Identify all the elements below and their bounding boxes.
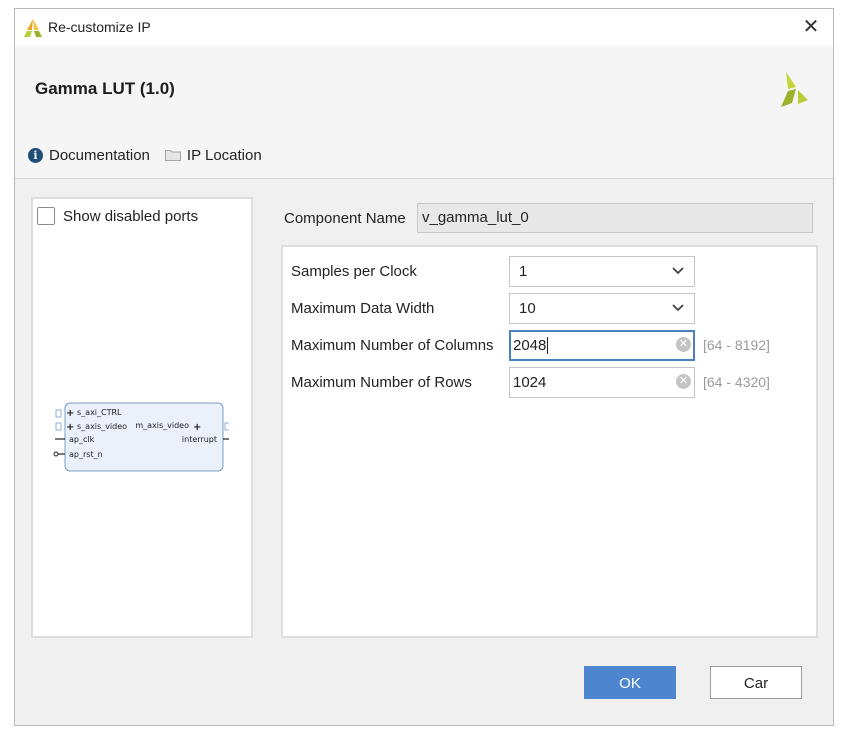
ip-header: Gamma LUT (1.0) i Documentation IP Locat…: [15, 46, 833, 179]
text-caret: [547, 337, 549, 355]
parameters-panel: Samples per Clock 1 Maximum Data Width 1…: [281, 245, 818, 638]
ip-title: Gamma LUT (1.0): [35, 79, 175, 98]
samples-per-clock-label: Samples per Clock: [291, 262, 417, 280]
max-rows-value: 1024: [513, 373, 547, 391]
max-rows-label: Maximum Number of Rows: [291, 373, 472, 391]
samples-per-clock-value: 1: [519, 262, 528, 280]
max-columns-input[interactable]: 2048 ✕: [509, 329, 695, 361]
chevron-down-icon: [672, 303, 684, 311]
samples-per-clock-row: Samples per Clock 1: [291, 255, 695, 287]
max-columns-label: Maximum Number of Columns: [291, 336, 494, 354]
show-disabled-ports-checkbox[interactable]: [37, 207, 55, 225]
svg-text:+: +: [193, 422, 201, 433]
clear-icon[interactable]: ✕: [676, 336, 691, 352]
svg-text:+: +: [66, 422, 74, 433]
ip-block-symbol: + + s_axi_CTRL s_axis_video ap_clk ap_rs…: [53, 402, 229, 472]
folder-icon: [164, 150, 181, 161]
ok-button[interactable]: OK: [584, 666, 676, 699]
close-icon: ✕: [802, 16, 820, 38]
max-columns-range: [64 - 8192]: [703, 337, 770, 353]
max-columns-value: 2048: [513, 336, 547, 354]
close-button[interactable]: ✕: [799, 15, 823, 39]
port-s-axi-ctrl: s_axi_CTRL: [77, 408, 122, 417]
bus-interface-icon: [55, 422, 62, 431]
max-rows-range: [64 - 4320]: [703, 374, 770, 390]
samples-per-clock-select[interactable]: 1: [509, 255, 695, 287]
xilinx-logo-icon: [781, 72, 808, 107]
documentation-label: Documentation: [49, 146, 150, 164]
ip-location-link[interactable]: IP Location: [164, 146, 262, 164]
max-data-width-select[interactable]: 10: [509, 292, 695, 324]
show-disabled-ports-label: Show disabled ports: [63, 207, 199, 225]
max-data-width-row: Maximum Data Width 10: [291, 292, 695, 324]
window-title: Re-customize IP: [48, 19, 151, 35]
max-data-width-label: Maximum Data Width: [291, 299, 435, 317]
port-ap-rst-n: ap_rst_n: [69, 450, 103, 459]
vivado-logo-icon: [24, 19, 42, 37]
port-ap-clk: ap_clk: [69, 435, 95, 444]
documentation-link[interactable]: i Documentation: [28, 147, 150, 164]
cancel-button[interactable]: Car: [710, 666, 802, 699]
title-bar: Re-customize IP ✕: [15, 9, 833, 47]
symbol-panel: Show disabled ports + + s_axi_CTRL s_axi…: [31, 197, 253, 638]
svg-text:+: +: [66, 408, 74, 419]
max-data-width-value: 10: [519, 299, 536, 317]
max-rows-row: Maximum Number of Rows 1024 ✕ [64 - 4320…: [291, 366, 770, 398]
info-icon: i: [28, 147, 43, 163]
port-s-axis-video: s_axis_video: [77, 422, 127, 431]
max-columns-row: Maximum Number of Columns 2048 ✕ [64 - 8…: [291, 329, 770, 361]
chevron-down-icon: [672, 266, 684, 274]
component-name-row: Component Name v_gamma_lut_0: [284, 203, 813, 233]
max-rows-input[interactable]: 1024 ✕: [509, 366, 695, 398]
header-links: i Documentation IP Location: [28, 144, 277, 166]
bus-interface-icon: [224, 422, 229, 431]
port-m-axis-video: m_axis_video: [135, 421, 189, 430]
bus-interface-icon: [55, 409, 62, 418]
component-name-field[interactable]: v_gamma_lut_0: [417, 203, 813, 233]
component-name-label: Component Name: [284, 209, 406, 227]
show-disabled-ports-toggle[interactable]: Show disabled ports: [37, 207, 198, 225]
port-interrupt: interrupt: [182, 435, 217, 444]
re-customize-ip-dialog: Re-customize IP ✕ Gamma LUT (1.0) i Docu…: [14, 8, 834, 726]
clear-icon[interactable]: ✕: [676, 373, 691, 389]
ip-location-label: IP Location: [186, 146, 262, 164]
